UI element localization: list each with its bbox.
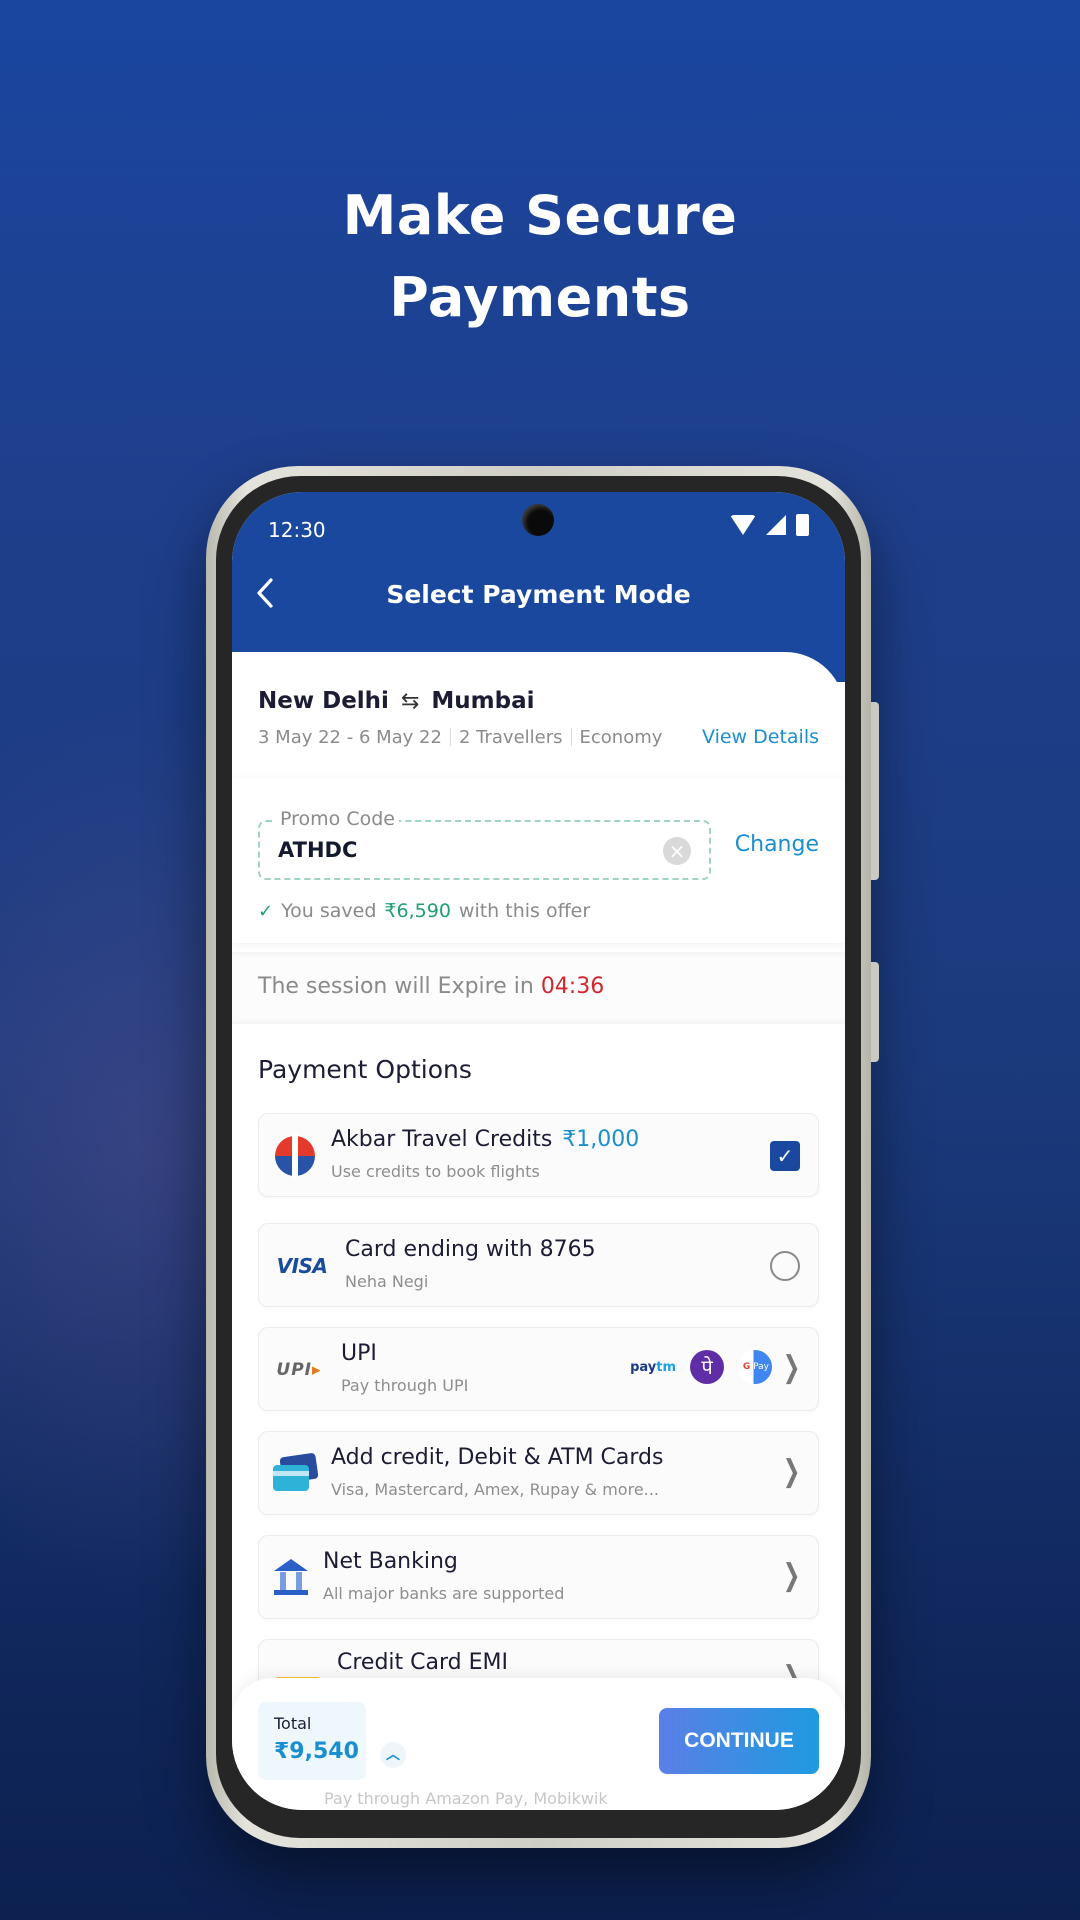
phonepe-logo-icon: पे (690, 1350, 724, 1384)
session-text: The session will Expire in (258, 974, 534, 999)
credits-amount: ₹1,000 (562, 1127, 640, 1152)
chevron-up-icon: ︿ (386, 1747, 400, 1763)
gpay-logo-icon: G Pay (738, 1350, 772, 1384)
chevron-right-icon: ❯ (782, 1454, 801, 1489)
option-travel-credits[interactable]: Akbar Travel Credits ₹1,000 Use credits t… (258, 1113, 819, 1197)
session-expiry-banner: The session will Expire in 04:36 (232, 952, 845, 1024)
check-icon: ✓ (258, 900, 274, 922)
phone-frame: 12:30 Select Payment Mode New Delhi ⇆ Mu… (206, 466, 879, 1848)
headline-line-2: Payments (389, 266, 691, 329)
phone-bezel: 12:30 Select Payment Mode New Delhi ⇆ Mu… (216, 476, 861, 1838)
divider (570, 728, 572, 746)
credits-checkbox[interactable]: ✓ (770, 1141, 800, 1171)
origin-city: New Delhi (258, 688, 389, 714)
battery-icon (796, 514, 809, 536)
cards-icon (273, 1452, 319, 1496)
chevron-right-icon: ❯ (782, 1558, 801, 1593)
akbar-travel-logo-icon (273, 1132, 317, 1178)
trip-class: Economy (579, 726, 663, 748)
swap-arrows-icon: ⇆ (400, 688, 420, 714)
visa-logo-icon: VISA (273, 1244, 331, 1288)
page-title: Select Payment Mode (386, 580, 691, 609)
option-subtitle: Use credits to book flights (331, 1162, 540, 1181)
upi-app-logos: paytm पे G Pay (630, 1350, 772, 1384)
option-title: Credit Card EMI (337, 1650, 508, 1675)
promo-code-field[interactable]: Promo Code ATHDC × (258, 808, 711, 880)
option-title: Card ending with 8765 (345, 1237, 596, 1262)
option-net-banking[interactable]: Net Banking All major banks are supporte… (258, 1535, 819, 1619)
trip-dates: 3 May 22 - 6 May 22 (258, 726, 442, 748)
headline-line-1: Make Secure (342, 184, 738, 247)
option-subtitle: Visa, Mastercard, Amex, Rupay & more... (331, 1480, 659, 1499)
option-subtitle: Neha Negi (345, 1272, 429, 1291)
status-icons (730, 514, 809, 536)
paytm-logo-icon: paytm (630, 1359, 676, 1375)
option-title: Add credit, Debit & ATM Cards (331, 1445, 664, 1470)
saved-prefix: You saved (281, 900, 377, 922)
option-title: UPI (341, 1341, 377, 1366)
route: New Delhi ⇆ Mumbai (258, 688, 819, 714)
volume-button (871, 702, 879, 880)
option-saved-card[interactable]: VISA Card ending with 8765 Neha Negi (258, 1223, 819, 1307)
promo-code-value: ATHDC (278, 838, 358, 862)
promo-code-label: Promo Code (276, 808, 399, 830)
checkout-bar: Total ₹9,540 ︿ CONTINUE Pay through Amaz… (232, 1678, 845, 1810)
promo-headline: Make Secure Payments (0, 175, 1080, 339)
promo-card: Promo Code ATHDC × Change ✓ You saved ₹6… (232, 778, 845, 943)
saved-amount: ₹6,590 (384, 900, 451, 922)
bank-icon (273, 1556, 309, 1600)
total-box: Total ₹9,540 (258, 1702, 366, 1780)
wifi-icon (730, 515, 756, 535)
credits-title: Akbar Travel Credits (331, 1127, 553, 1152)
status-time: 12:30 (268, 518, 326, 542)
option-subtitle: Pay through UPI (341, 1376, 469, 1395)
power-button (871, 962, 879, 1062)
chevron-right-icon: ❯ (782, 1350, 801, 1385)
trip-summary: New Delhi ⇆ Mumbai 3 May 22 - 6 May 22 2… (258, 688, 819, 748)
front-camera (522, 504, 554, 536)
continue-button[interactable]: CONTINUE (659, 1708, 819, 1774)
option-upi[interactable]: UPI▸ UPI Pay through UPI paytm पे G Pay … (258, 1327, 819, 1411)
hidden-option-subtitle: Pay through Amazon Pay, Mobikwik (324, 1789, 608, 1808)
total-label: Total (274, 1714, 312, 1733)
view-details-link[interactable]: View Details (702, 726, 819, 748)
option-subtitle: All major banks are supported (323, 1584, 565, 1603)
clear-promo-button[interactable]: × (663, 837, 691, 865)
signal-icon (766, 515, 786, 535)
saved-suffix: with this offer (458, 900, 591, 922)
upi-logo-text: UPI▸ (276, 1360, 322, 1380)
destination-city: Mumbai (431, 688, 535, 714)
option-title: Akbar Travel Credits ₹1,000 (331, 1127, 639, 1152)
close-icon: × (668, 839, 686, 863)
savings-message: ✓ You saved ₹6,590 with this offer (258, 900, 590, 922)
trip-meta: 3 May 22 - 6 May 22 2 Travellers Economy… (258, 726, 819, 748)
phone-screen: 12:30 Select Payment Mode New Delhi ⇆ Mu… (232, 492, 845, 1810)
session-timer: 04:36 (540, 974, 605, 999)
option-title: Net Banking (323, 1549, 458, 1574)
total-amount: ₹9,540 (274, 1739, 359, 1764)
payment-options-title: Payment Options (258, 1055, 472, 1084)
expand-fare-button[interactable]: ︿ (380, 1742, 406, 1768)
card-radio[interactable] (770, 1251, 800, 1281)
visa-text: VISA (276, 1254, 328, 1278)
checkmark-icon: ✓ (776, 1144, 794, 1168)
change-promo-link[interactable]: Change (735, 832, 819, 857)
trip-travellers: 2 Travellers (458, 726, 563, 748)
divider (449, 728, 451, 746)
upi-logo-icon: UPI▸ (273, 1348, 325, 1392)
option-add-card[interactable]: Add credit, Debit & ATM Cards Visa, Mast… (258, 1431, 819, 1515)
